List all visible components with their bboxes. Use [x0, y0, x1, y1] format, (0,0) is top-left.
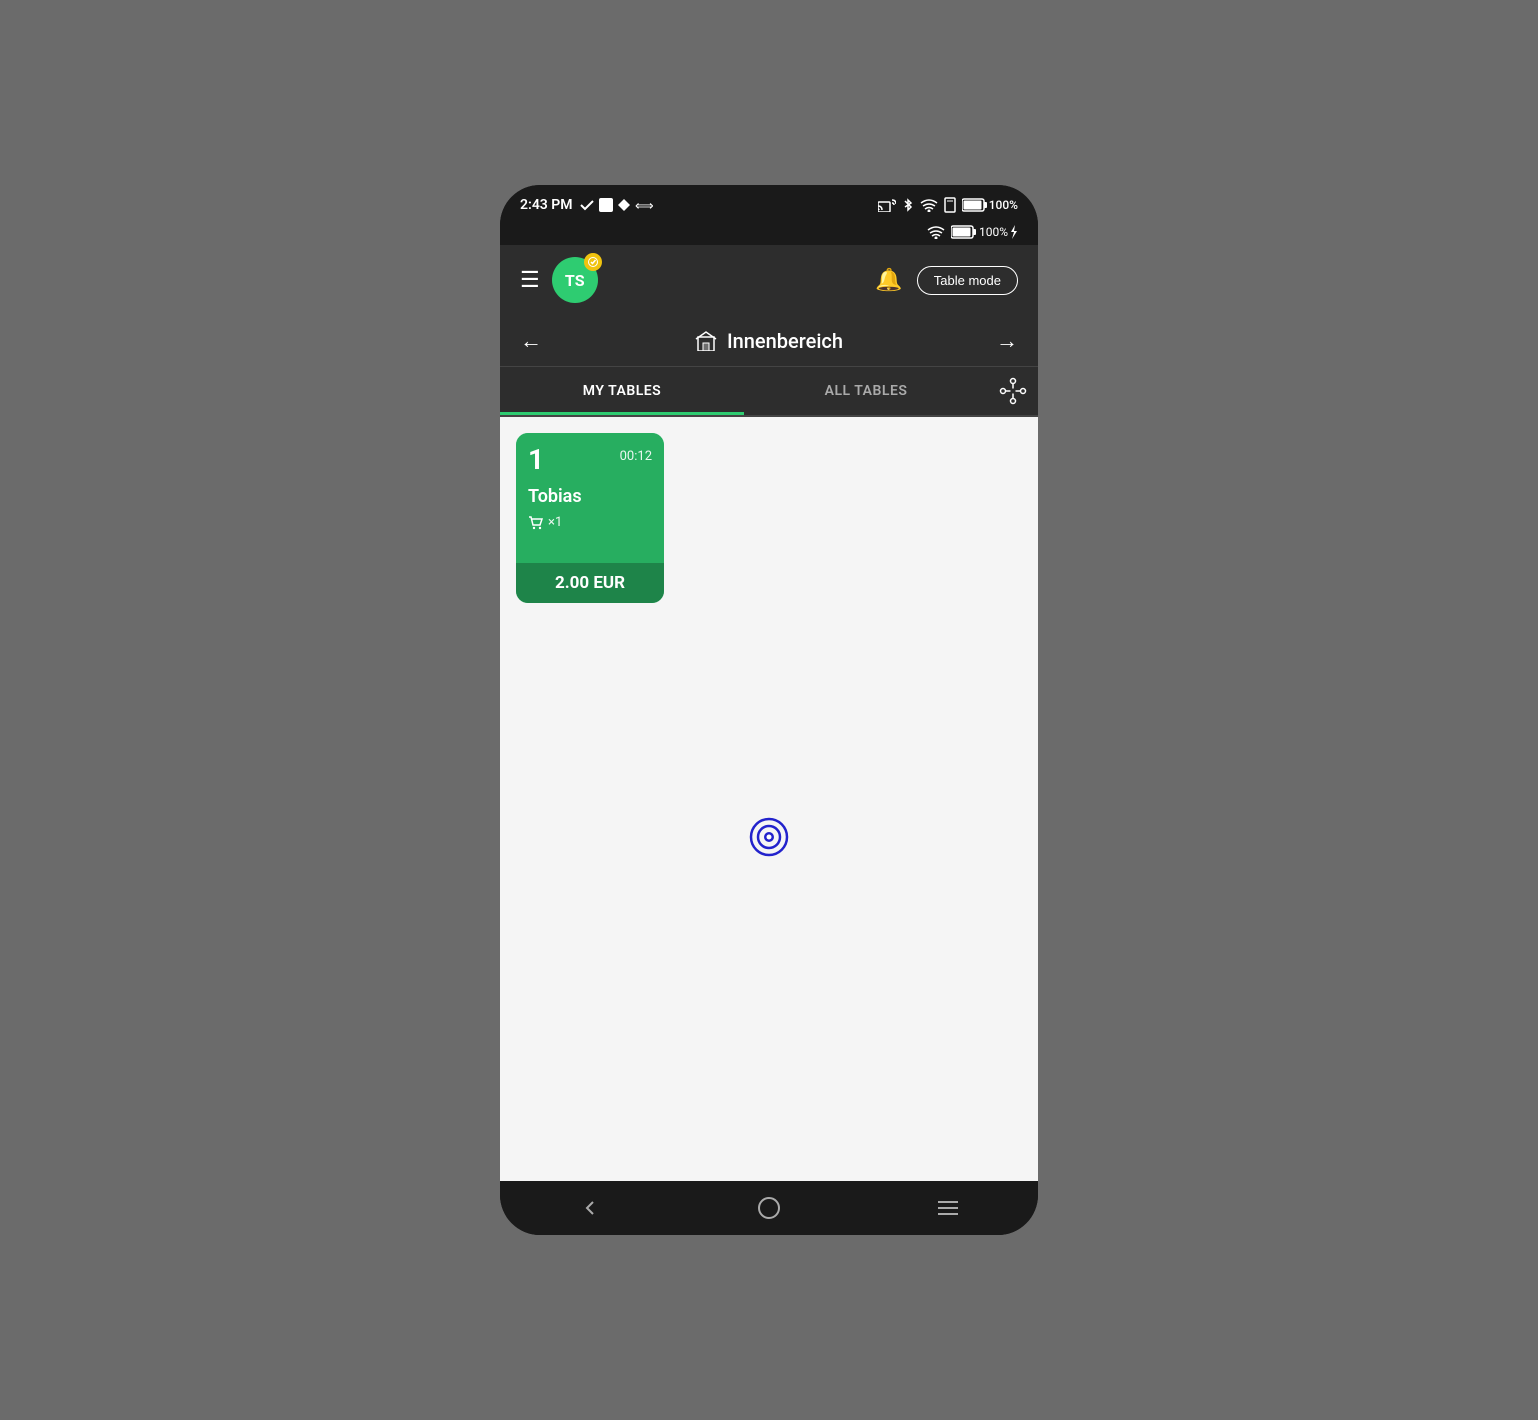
phone-frame: 2:43 PM ⟺: [500, 185, 1038, 1235]
check-icon: [579, 197, 595, 213]
table-card-top: 1 00:12 Tobias ×1: [516, 433, 664, 563]
wifi-icon: [920, 198, 938, 212]
table-card-1[interactable]: 1 00:12 Tobias ×1 2.00 EUR: [516, 433, 664, 603]
table-order: ×1: [528, 515, 652, 530]
square-icon: [599, 198, 613, 212]
hamburger-menu-icon[interactable]: ☰: [520, 268, 540, 293]
status-bar: 2:43 PM ⟺: [500, 185, 1038, 225]
status-right: 100%: [878, 197, 1018, 213]
forward-arrow[interactable]: →: [996, 328, 1018, 354]
cart-icon: [528, 516, 544, 530]
menu-button[interactable]: [918, 1181, 978, 1235]
status-icons: ⟺: [579, 197, 655, 213]
bell-icon[interactable]: 🔔: [875, 268, 902, 293]
order-count: ×1: [548, 515, 562, 530]
building-icon: [695, 331, 717, 351]
battery-icon: [962, 198, 988, 212]
table-customer-name: Tobias: [528, 486, 652, 507]
app-header: ☰ TS 🔔 Table mode: [500, 245, 1038, 315]
arrows-icon: ⟺: [635, 198, 655, 212]
bottom-nav: [500, 1181, 1038, 1235]
status-bar-2: 100%: [500, 225, 1038, 245]
tab-all-tables[interactable]: ALL TABLES: [744, 367, 988, 415]
avatar-initials: TS: [565, 271, 585, 290]
location-title: Innenbereich: [727, 329, 843, 353]
battery-percent-2: 100%: [979, 225, 1008, 239]
table-price: 2.00 EUR: [555, 573, 625, 593]
cast-icon: [878, 198, 896, 212]
battery-container-2: 100%: [951, 225, 1018, 239]
tab-my-tables[interactable]: MY TABLES: [500, 367, 744, 415]
tab-layout-icon[interactable]: [988, 377, 1038, 405]
table-number: 1: [528, 443, 544, 476]
header-right: 🔔 Table mode: [875, 266, 1018, 295]
table-card-header: 1 00:12: [528, 443, 652, 476]
battery-container: 100%: [962, 198, 1018, 212]
wifi-icon-2: [927, 225, 945, 239]
table-time: 00:12: [620, 449, 652, 464]
charging-icon: [1010, 225, 1018, 239]
svg-text:⟺: ⟺: [635, 199, 654, 212]
avatar[interactable]: TS: [552, 257, 598, 303]
status-left: 2:43 PM ⟺: [520, 197, 655, 213]
device-icon: [944, 197, 956, 213]
back-arrow[interactable]: ←: [520, 328, 542, 354]
nav-bar: ← Innenbereich →: [500, 315, 1038, 367]
back-button[interactable]: [560, 1181, 620, 1235]
avatar-badge: [584, 253, 602, 271]
header-left: ☰ TS: [520, 257, 598, 303]
tabs-bar: MY TABLES ALL TABLES: [500, 367, 1038, 417]
nav-title: Innenbereich: [695, 329, 843, 353]
main-content: 1 00:12 Tobias ×1 2.00 EUR: [500, 417, 1038, 1181]
battery-icon-2: [951, 225, 977, 239]
diamond-icon: [617, 198, 631, 212]
grid-control-icon: [999, 377, 1027, 405]
loading-spinner: [749, 817, 789, 857]
table-card-footer: 2.00 EUR: [516, 563, 664, 603]
home-button[interactable]: [739, 1181, 799, 1235]
status-time: 2:43 PM: [520, 197, 573, 213]
table-mode-button[interactable]: Table mode: [917, 266, 1018, 295]
battery-percent: 100%: [989, 198, 1018, 212]
bluetooth-icon: [902, 197, 914, 213]
